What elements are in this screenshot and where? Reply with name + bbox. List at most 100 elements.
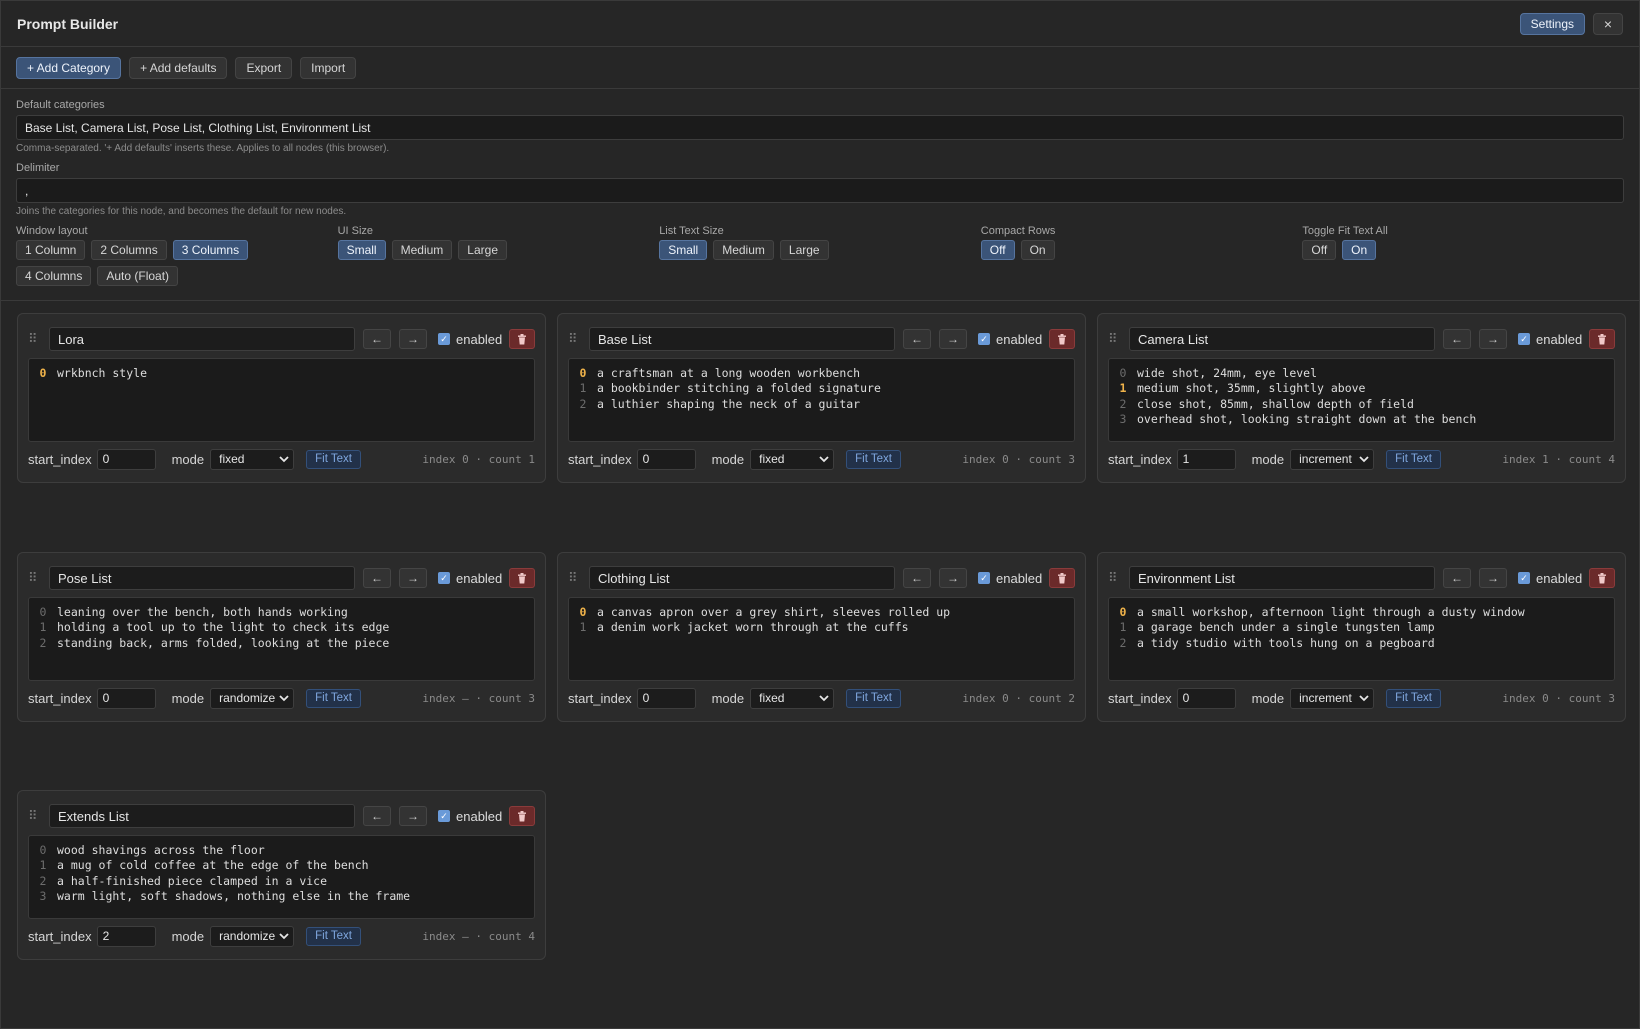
- move-left-button[interactable]: ←: [903, 568, 931, 588]
- mode-select[interactable]: increment: [1290, 448, 1375, 470]
- fit-text-button[interactable]: Fit Text: [1386, 449, 1441, 469]
- fit-text-button[interactable]: Fit Text: [1386, 688, 1441, 708]
- list-textarea[interactable]: 0 a canvas apron over a grey shirt, sleev…: [568, 597, 1075, 681]
- ui-size-option[interactable]: Large: [458, 240, 507, 260]
- list-text-size-option[interactable]: Small: [659, 240, 708, 260]
- toggle-fit-text-all-option[interactable]: On: [1342, 240, 1377, 260]
- enabled-toggle[interactable]: ✓ enabled: [438, 332, 502, 347]
- list-textarea[interactable]: 0 wide shot, 24mm, eye level 1 medium shot,…: [1108, 358, 1615, 442]
- start-index-input[interactable]: 0: [636, 448, 696, 470]
- enabled-toggle[interactable]: ✓ enabled: [978, 571, 1042, 586]
- list-textarea[interactable]: 0a craftsman at a long wooden workbench 1…: [568, 358, 1075, 442]
- drag-handle-icon[interactable]: ⠿: [28, 808, 42, 824]
- list-textarea[interactable]: 0 a small workshop, afternoon light throu…: [1108, 597, 1615, 681]
- mode-select[interactable]: fixed: [750, 448, 835, 470]
- add-category-button[interactable]: + Add Category: [16, 56, 122, 79]
- export-button[interactable]: Export: [235, 56, 293, 79]
- drag-handle-icon[interactable]: ⠿: [1108, 570, 1122, 586]
- list-textarea[interactable]: 0 wood shavings across the floor 1 a mug of…: [28, 835, 535, 919]
- start-index-input[interactable]: 0: [1176, 687, 1236, 709]
- enabled-checkbox[interactable]: ✓: [1518, 572, 1530, 584]
- window-layout-option[interactable]: 1 Column: [16, 240, 86, 260]
- enabled-toggle[interactable]: ✓ enabled: [978, 332, 1042, 347]
- window-layout-option[interactable]: Auto (Float): [97, 266, 179, 286]
- enabled-checkbox[interactable]: ✓: [438, 333, 450, 345]
- category-name-input[interactable]: Environment List: [1129, 566, 1435, 590]
- mode-select[interactable]: fixed: [210, 448, 295, 470]
- start-index-input[interactable]: 2: [96, 925, 156, 947]
- move-right-button[interactable]: →: [939, 329, 967, 349]
- window-layout-option[interactable]: 3 Columns: [172, 240, 249, 260]
- enabled-toggle[interactable]: ✓ enabled: [438, 809, 502, 824]
- close-button[interactable]: ×: [1593, 12, 1623, 35]
- enabled-toggle[interactable]: ✓ enabled: [1518, 571, 1582, 586]
- delete-button[interactable]: [509, 568, 535, 588]
- move-left-button[interactable]: ←: [363, 806, 391, 826]
- move-right-button[interactable]: →: [1479, 568, 1507, 588]
- category-name-input[interactable]: Pose List: [49, 566, 355, 590]
- move-left-button[interactable]: ←: [1443, 329, 1471, 349]
- mode-select[interactable]: randomize: [210, 687, 295, 709]
- move-right-button[interactable]: →: [399, 806, 427, 826]
- start-index-input[interactable]: 0: [96, 687, 156, 709]
- start-index-input[interactable]: 0: [96, 448, 156, 470]
- enabled-toggle[interactable]: ✓ enabled: [1518, 332, 1582, 347]
- toggle-fit-text-all-option[interactable]: Off: [1302, 240, 1337, 260]
- enabled-checkbox[interactable]: ✓: [978, 333, 990, 345]
- drag-handle-icon[interactable]: ⠿: [568, 570, 582, 586]
- delimiter-input[interactable]: ,: [16, 178, 1624, 203]
- window-layout-option[interactable]: 2 Columns: [91, 240, 167, 260]
- move-left-button[interactable]: ←: [363, 568, 391, 588]
- fit-text-button[interactable]: Fit Text: [846, 688, 901, 708]
- list-textarea[interactable]: 0 wrkbnch style: [28, 358, 535, 442]
- mode-select[interactable]: fixed: [750, 687, 835, 709]
- mode-select[interactable]: randomize: [210, 925, 295, 947]
- move-right-button[interactable]: →: [399, 329, 427, 349]
- enabled-checkbox[interactable]: ✓: [1518, 333, 1530, 345]
- start-index-input[interactable]: 0: [636, 687, 696, 709]
- enabled-checkbox[interactable]: ✓: [438, 572, 450, 584]
- ui-size-option[interactable]: Small: [337, 240, 386, 260]
- delete-button[interactable]: [1049, 329, 1075, 349]
- start-index-input[interactable]: 1: [1176, 448, 1236, 470]
- window-layout-option[interactable]: 4 Columns: [16, 266, 92, 286]
- move-right-button[interactable]: →: [939, 568, 967, 588]
- category-name-input[interactable]: Camera List: [1129, 327, 1435, 351]
- enabled-toggle[interactable]: ✓ enabled: [438, 571, 502, 586]
- settings-button[interactable]: Settings: [1519, 12, 1585, 35]
- category-name-input[interactable]: Extends List: [49, 804, 355, 828]
- category-name-input[interactable]: Base List: [589, 327, 895, 351]
- ui-size-option[interactable]: Medium: [391, 240, 453, 260]
- category-name-input[interactable]: Clothing List: [589, 566, 895, 590]
- list-text-size-option[interactable]: Medium: [713, 240, 774, 260]
- drag-handle-icon[interactable]: ⠿: [28, 331, 42, 347]
- list-textarea[interactable]: 0 leaning over the bench, both hands work…: [28, 597, 535, 681]
- category-name-input[interactable]: Lora: [49, 327, 355, 351]
- delete-button[interactable]: [509, 329, 535, 349]
- enabled-checkbox[interactable]: ✓: [978, 572, 990, 584]
- fit-text-button[interactable]: Fit Text: [306, 688, 361, 708]
- fit-text-button[interactable]: Fit Text: [306, 449, 361, 469]
- drag-handle-icon[interactable]: ⠿: [28, 570, 42, 586]
- move-right-button[interactable]: →: [1479, 329, 1507, 349]
- move-left-button[interactable]: ←: [1443, 568, 1471, 588]
- move-left-button[interactable]: ←: [903, 329, 931, 349]
- delete-button[interactable]: [1589, 329, 1615, 349]
- enabled-checkbox[interactable]: ✓: [438, 810, 450, 822]
- add-defaults-button[interactable]: + Add defaults: [129, 56, 228, 79]
- fit-text-button[interactable]: Fit Text: [306, 926, 361, 946]
- list-text-size-option[interactable]: Large: [779, 240, 829, 260]
- delete-button[interactable]: [1589, 568, 1615, 588]
- import-button[interactable]: Import: [300, 56, 357, 79]
- delete-button[interactable]: [509, 806, 535, 826]
- compact-rows-option[interactable]: On: [1020, 240, 1055, 260]
- move-right-button[interactable]: →: [399, 568, 427, 588]
- move-left-button[interactable]: ←: [363, 329, 391, 349]
- fit-text-button[interactable]: Fit Text: [846, 449, 901, 469]
- drag-handle-icon[interactable]: ⠿: [1108, 331, 1122, 347]
- mode-select[interactable]: increment: [1290, 687, 1375, 709]
- drag-handle-icon[interactable]: ⠿: [568, 331, 582, 347]
- default-categories-input[interactable]: Base List, Camera List, Pose List, Cloth…: [16, 115, 1624, 140]
- compact-rows-option[interactable]: Off: [980, 240, 1015, 260]
- delete-button[interactable]: [1049, 568, 1075, 588]
